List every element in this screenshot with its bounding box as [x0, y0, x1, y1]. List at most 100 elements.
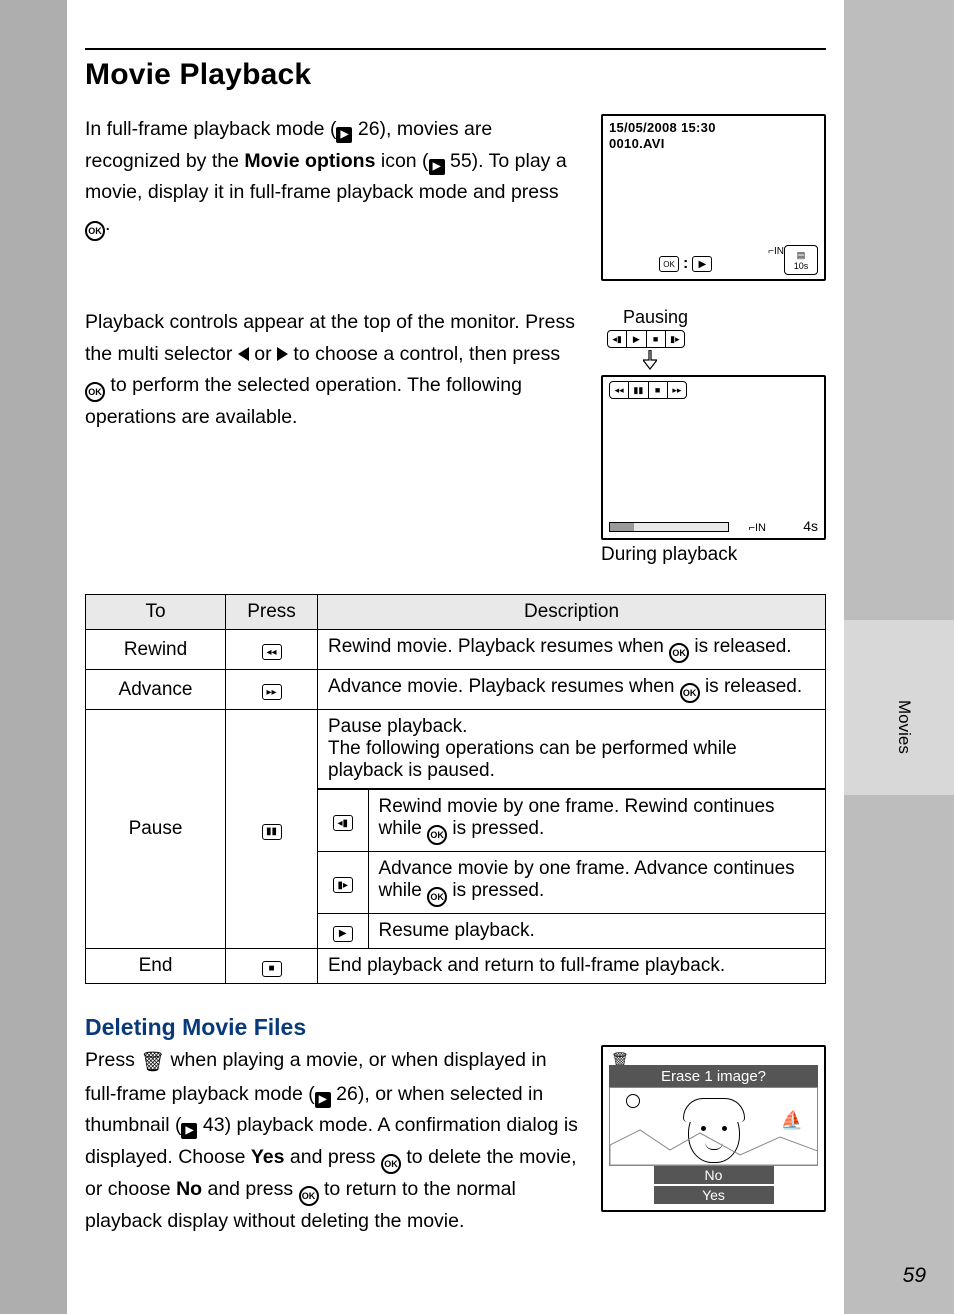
delete-option-yes: Yes — [654, 1186, 774, 1204]
sub-press-resume: ▶ — [318, 914, 368, 949]
ok-icon: OK — [669, 643, 689, 663]
cell-to-end: End — [86, 949, 226, 984]
sub-desc-advance: Advance movie by one frame. Advance cont… — [368, 852, 825, 914]
lcd2-duration: 4s — [803, 518, 818, 534]
delete-title: Erase 1 image? — [609, 1065, 818, 1087]
cell-to-rewind: Rewind — [86, 630, 226, 670]
table-row: ▮▸ Advance movie by one frame. Advance c… — [318, 852, 825, 914]
sub-press-rewind: ◂▮ — [318, 790, 368, 852]
ok-badge-icon: OK — [659, 256, 679, 272]
heading-rule — [85, 48, 826, 50]
content-area: Movie Playback In full-frame playback mo… — [67, 0, 844, 1314]
cell-to-pause: Pause — [86, 710, 226, 949]
pause-desc-top: Pause playback. The following operations… — [318, 710, 825, 789]
ok-icon: OK — [680, 683, 700, 703]
tv-mode-icon: ▤10s — [784, 245, 818, 275]
frame-advance-icon: ▮▸ — [333, 877, 353, 893]
page-title: Movie Playback — [85, 58, 826, 92]
th-desc: Description — [318, 595, 826, 630]
delete-option-no: No — [654, 1166, 774, 1184]
sub-press-advance: ▮▸ — [318, 852, 368, 914]
lcd2-in: ⌐IN — [749, 522, 766, 534]
controls-text: Playback controls appear at the top of t… — [85, 307, 579, 434]
lcd1-ok-play: OK : ▶ — [659, 255, 712, 273]
cell-desc-pause: Pause playback. The following operations… — [318, 710, 826, 949]
no-text: No — [176, 1178, 202, 1200]
table-row: ◂▮ Rewind movie by one frame. Rewind con… — [318, 790, 825, 852]
control-bar-top: ◂▮ ▶ ■ ▮▸ — [607, 330, 685, 348]
lcd-screenshot-2: ◂◂ ▮▮ ■ ▸▸ ⌐IN 4s — [601, 375, 826, 540]
playback-icon: ▶ — [181, 1123, 197, 1139]
table-row: Rewind ◂◂ Rewind movie. Playback resumes… — [86, 630, 826, 670]
cell-press-pause: ▮▮ — [226, 710, 318, 949]
lcd-screenshot-1: 15/05/2008 15:30 0010.AVI OK : ▶ ⌐IN ▤10… — [601, 114, 826, 281]
sun-icon — [626, 1094, 640, 1108]
control-bar-inside: ◂◂ ▮▮ ■ ▸▸ — [609, 381, 687, 399]
lcd1-in: ⌐IN — [768, 246, 784, 257]
table-row: Advance ▸▸ Advance movie. Playback resum… — [86, 670, 826, 710]
stop-icon: ■ — [262, 961, 282, 977]
table-row: Pause ▮▮ Pause playback. The following o… — [86, 710, 826, 949]
advance-icon: ▸▸ — [262, 684, 282, 700]
cell-press-end: ■ — [226, 949, 318, 984]
ok-icon: OK — [85, 221, 105, 241]
playback-icon: ▶ — [336, 127, 352, 143]
left-arrow-icon — [238, 347, 249, 361]
cell-desc-rewind: Rewind movie. Playback resumes when OK i… — [318, 630, 826, 670]
table-row: End ■ End playback and return to full-fr… — [86, 949, 826, 984]
page-number: 59 — [903, 1264, 926, 1288]
arrow-down-icon — [643, 350, 657, 370]
sub-desc-resume: Resume playback. — [368, 914, 825, 949]
ok-icon: OK — [85, 382, 105, 402]
pause-icon: ▮▮ — [262, 824, 282, 840]
intro-row: In full-frame playback mode (▶ 26), movi… — [85, 114, 826, 281]
progress-bar — [609, 522, 729, 532]
th-press: Press — [226, 595, 318, 630]
th-to: To — [86, 595, 226, 630]
pausing-label: Pausing — [623, 307, 826, 328]
deleting-text: Press 🗑 when playing a movie, or when di… — [85, 1045, 579, 1238]
page: Movies Movie Playback In full-frame play… — [0, 0, 954, 1314]
ctrl-play-icon: ▶ — [627, 331, 646, 347]
ctrl-advance-icon: ▸▸ — [668, 382, 686, 398]
mountains-icon — [610, 1125, 817, 1165]
ok-icon: OK — [381, 1154, 401, 1174]
lcd1-file: 0010.AVI — [609, 136, 665, 151]
ctrl-stop-icon: ■ — [647, 331, 666, 347]
p2-c: to perform the selected operation. The f… — [85, 374, 522, 428]
ctrl-rewind-icon: ◂▮ — [608, 331, 627, 347]
intro-text: In full-frame playback mode (▶ 26), movi… — [85, 114, 579, 281]
side-tab-label: Movies — [894, 700, 914, 754]
sub-desc-rewind: Rewind movie by one frame. Rewind contin… — [368, 790, 825, 852]
cell-to-advance: Advance — [86, 670, 226, 710]
ctrl-pause-icon: ▮▮ — [629, 382, 648, 398]
table-row: ▶ Resume playback. — [318, 914, 825, 949]
ok-icon: OK — [427, 825, 447, 845]
pausing-diagram: Pausing ◂▮ ▶ ■ ▮▸ ◂◂ ▮▮ ■ ▸▸ ⌐IN — [601, 307, 826, 566]
cell-desc-advance: Advance movie. Playback resumes when OK … — [318, 670, 826, 710]
ctrl-stop-icon: ■ — [649, 382, 668, 398]
cell-press-rewind: ◂◂ — [226, 630, 318, 670]
operations-table: To Press Description Rewind ◂◂ Rewind mo… — [85, 594, 826, 984]
trash-icon: 🗑 — [140, 1047, 165, 1079]
ok-icon: OK — [427, 887, 447, 907]
deleting-heading: Deleting Movie Files — [85, 1014, 826, 1041]
p2-b: to choose a control, then press — [288, 343, 560, 365]
movie-options-label: Movie options — [244, 150, 375, 172]
frame-rewind-icon: ◂▮ — [333, 815, 353, 831]
cell-press-advance: ▸▸ — [226, 670, 318, 710]
intro-end: . — [105, 213, 110, 235]
delete-preview: ⛵ — [609, 1087, 818, 1166]
ctrl-advance-icon: ▮▸ — [666, 331, 684, 347]
intro-seg-b: icon ( — [375, 150, 428, 172]
playback-icon: ▶ — [429, 159, 445, 175]
delete-confirmation-lcd: 🗑 Erase 1 image? ⛵ — [601, 1045, 826, 1212]
right-arrow-icon — [277, 347, 288, 361]
ctrl-rewind-icon: ◂◂ — [610, 382, 629, 398]
resume-icon: ▶ — [333, 926, 353, 942]
p2-mid: or — [249, 343, 277, 365]
deleting-row: Press 🗑 when playing a movie, or when di… — [85, 1045, 826, 1238]
table-header-row: To Press Description — [86, 595, 826, 630]
during-label: During playback — [601, 544, 826, 566]
controls-row: Playback controls appear at the top of t… — [85, 307, 826, 566]
